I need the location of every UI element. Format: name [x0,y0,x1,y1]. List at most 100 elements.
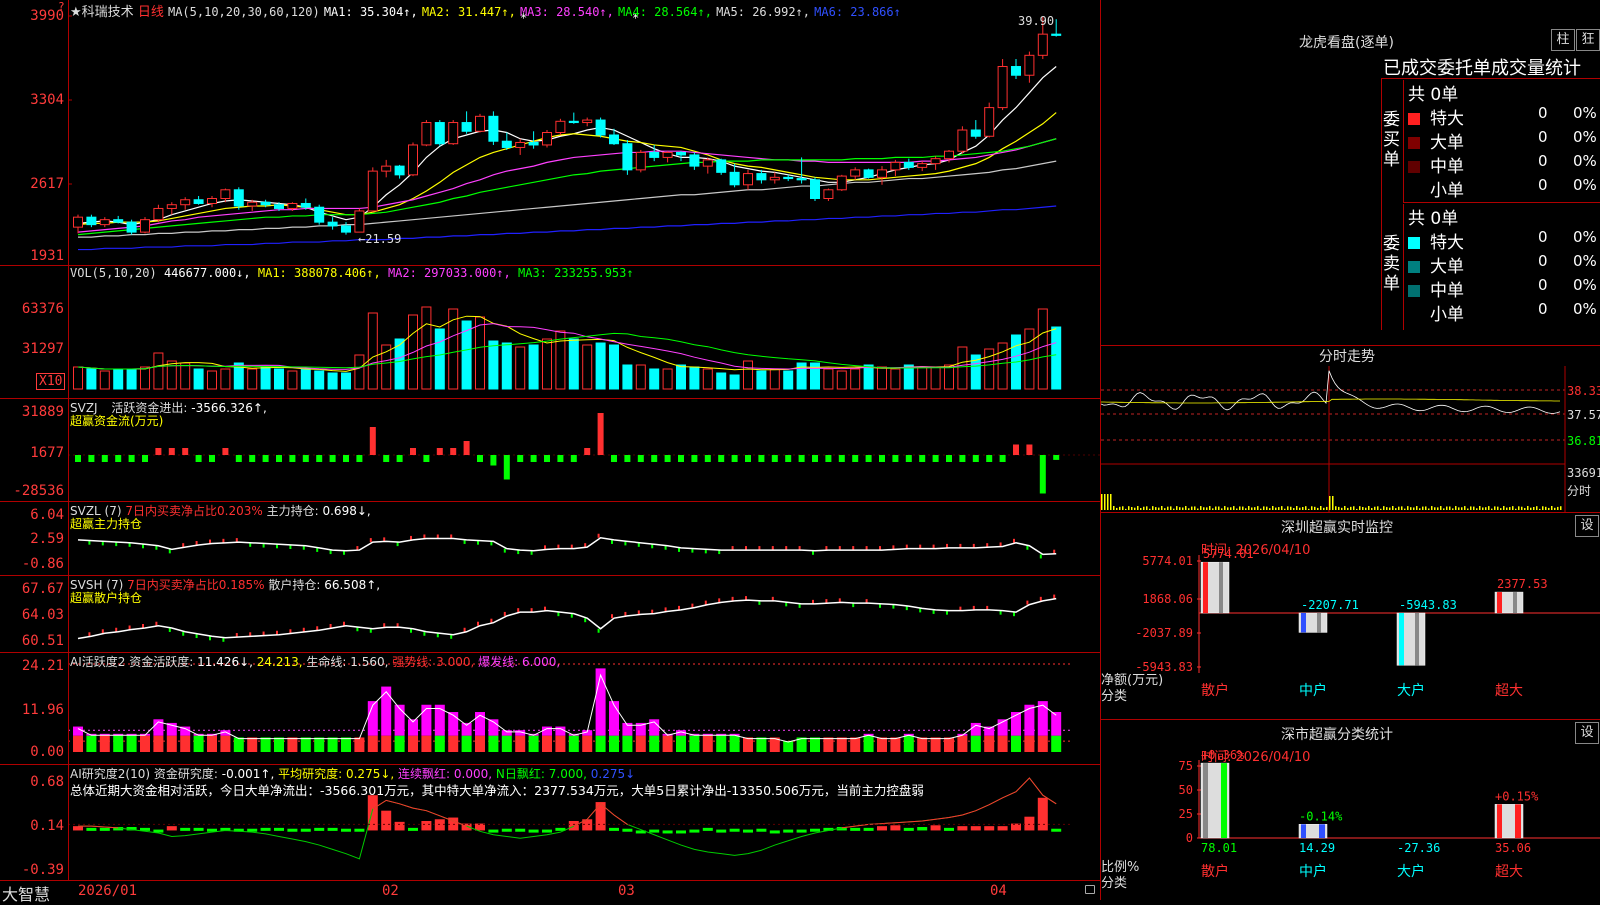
intraday-vol-bar [1392,506,1394,510]
buy-row-pct: 0% [1573,104,1597,122]
ai2-label: AI研究度2(10) [70,767,151,781]
kline-chart[interactable]: * * [0,0,1100,265]
volume-bar [863,364,874,390]
volume-bar [716,372,727,390]
buy-row-val: 0 [1538,176,1548,194]
ai-activity-panel[interactable]: 24.21 11.96 0.00 AI活跃度2 资金活跃度: 11.426↓, … [0,652,1100,765]
svsh-panel[interactable]: 67.67 64.03 60.51 SVSH (7) 7日内买卖净占比0.185… [0,575,1100,653]
crazy-toggle-button[interactable]: 狂 [1576,29,1600,51]
research-bar [863,827,874,831]
intraday-vol-bar [1212,508,1214,510]
activity-bar-base [207,735,217,752]
candle-body [113,219,124,223]
buy-row-pct: 0% [1573,152,1597,170]
volume-bar [461,320,472,390]
intraday-section[interactable]: 分时走势 38.33 37.57 36.81 33691 分时 [1101,346,1600,513]
bar-change-label: -0.14% [1299,809,1343,823]
research-bar [609,827,619,831]
activity-bar-top [394,704,405,736]
buy-row-l: 大单 0 0% [1408,128,1597,153]
activity-bar-base [475,735,485,752]
candle-body [756,173,767,181]
svsh-p1: 7日内买卖净占比0.185% [127,578,265,592]
intraday-vol-bar [1524,508,1526,510]
intraday-vol-bar [1167,506,1169,510]
activity-bar-base [997,735,1008,752]
activity-bar-base [488,735,499,752]
intraday-vol-bar [1431,506,1433,510]
activity-bar-base [676,735,686,752]
lhb-tabs[interactable]: 已成交委托单成交量统计 [1383,54,1581,80]
sell-row-name: 小单 [1430,305,1464,325]
buy-row-val: 0 [1538,152,1548,170]
intraday-price-lo: 36.81 [1567,434,1600,448]
sz-monitor-section[interactable]: 深圳超赢实时监控 设 时间: 2026/04/10 5774.01 1868.06… [1101,513,1600,720]
flow-bar [503,455,510,480]
date-axis: 大智慧 2026/01 02 03 04 [0,880,1100,904]
research-bar [501,828,512,832]
xl-sell-swatch [1408,237,1420,249]
intraday-vol-bar [1404,508,1406,510]
volume-bar [475,316,485,390]
flow-bar [1013,444,1019,455]
svzj-panel[interactable]: 31889 1677 -28536 SVZJ 活跃资金进出: -3566.326… [0,398,1100,502]
ai2-value: -0.001↑, [221,767,275,781]
intraday-vol-bar [1209,506,1211,510]
intraday-vol-bar [1227,507,1229,510]
activity-bar-base [810,737,820,752]
activity-bar-base [421,735,432,752]
flow-bar [1026,444,1033,455]
bar-value-label: -27.36 [1397,841,1440,855]
research-bar [166,826,177,831]
intraday-vol-bar [1461,507,1463,510]
activity-bar-base [903,735,914,752]
svsh-value: 66.508↑, [324,578,381,592]
vol-ma-line [77,315,1057,372]
candle-body [582,119,593,124]
intraday-vol-bar [1380,508,1382,510]
intraday-chart[interactable] [1101,346,1600,512]
sz-classify-section[interactable]: 深市超赢分类统计 设 时间: 2026/04/10 75 50 25 0 +0.36% 7… [1101,720,1600,900]
svzl-panel[interactable]: 6.04 2.59 -0.86 SVZL (7) 7日内买卖净占比0.203% … [0,501,1100,576]
activity-bar-top [595,668,606,736]
intraday-vol-bar [1401,506,1403,510]
lock-icon[interactable] [1085,885,1095,894]
intraday-vol-bar [1464,506,1466,510]
flow-bar [919,455,926,462]
intraday-vol-bar [1473,506,1475,510]
vol-ma1: MA1: 388078.406↑, [257,266,381,280]
activity-bar-base [542,735,552,752]
bar-value-label: 14.29 [1299,841,1335,855]
activity-bar-top [609,701,619,736]
bar-toggle-button[interactable]: 柱 [1551,29,1575,51]
ai-research-panel[interactable]: 0.68 0.14 -0.39 AI研究度2(10) 资金研究度: -0.001… [0,764,1100,881]
classify-chart[interactable]: 75 50 25 0 +0.36% 78.01 散户 -0.14% 14.29 中户 -27.36 大… [1101,720,1600,900]
intraday-vol-bar [1326,506,1328,510]
volume-bar [769,368,780,390]
activity-bar-base [73,735,83,752]
y-tick: 1677 [30,445,64,461]
flow-bar [544,455,550,462]
bar-shade [1317,613,1321,633]
activity-bar-base [381,735,392,752]
intraday-vol-bar [1440,506,1442,510]
activity-bar-base [113,735,124,752]
activity-bar-base [287,737,298,752]
volume-panel[interactable]: 63376 31297 X10 VOL(5,10,20) 446677.000↓… [0,265,1100,399]
intraday-price-hi: 38.33 [1567,384,1600,398]
monitor-chart[interactable]: 5774.01 1868.06 -2037.89 -5943.83 5774.01 散户 -… [1101,513,1600,719]
research-bar [796,829,807,833]
research-bar [528,829,539,833]
ai2-title: 资金研究度: [153,767,218,781]
kline-panel[interactable]: * * 3990 3304 2617 1931 ? ★科瑞技术 日线 MA(5,1… [0,0,1100,266]
y-tick: 11.96 [21,702,64,718]
volume-chart[interactable] [0,265,1100,398]
y-tick: 0.68 [30,774,64,790]
research-bar [850,827,861,831]
research-bar [247,828,258,832]
star-icon[interactable]: ★ [70,5,82,20]
candle-body [649,151,660,158]
bar-stripe [1497,804,1502,838]
candle-body [957,129,968,152]
period-label[interactable]: 日线 [138,5,164,20]
